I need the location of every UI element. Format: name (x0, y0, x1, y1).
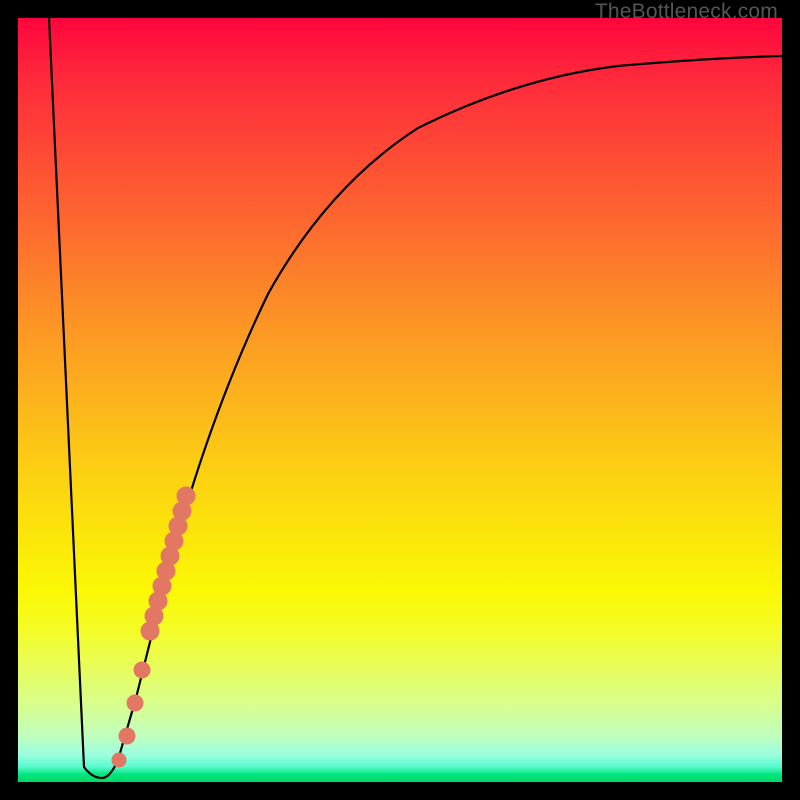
watermark-text: TheBottleneck.com (595, 0, 778, 24)
highlight-markers (112, 487, 195, 767)
bottleneck-curve-path (49, 18, 782, 778)
plot-area (18, 18, 782, 782)
chart-frame: TheBottleneck.com (0, 0, 800, 800)
curve-layer (18, 18, 782, 782)
